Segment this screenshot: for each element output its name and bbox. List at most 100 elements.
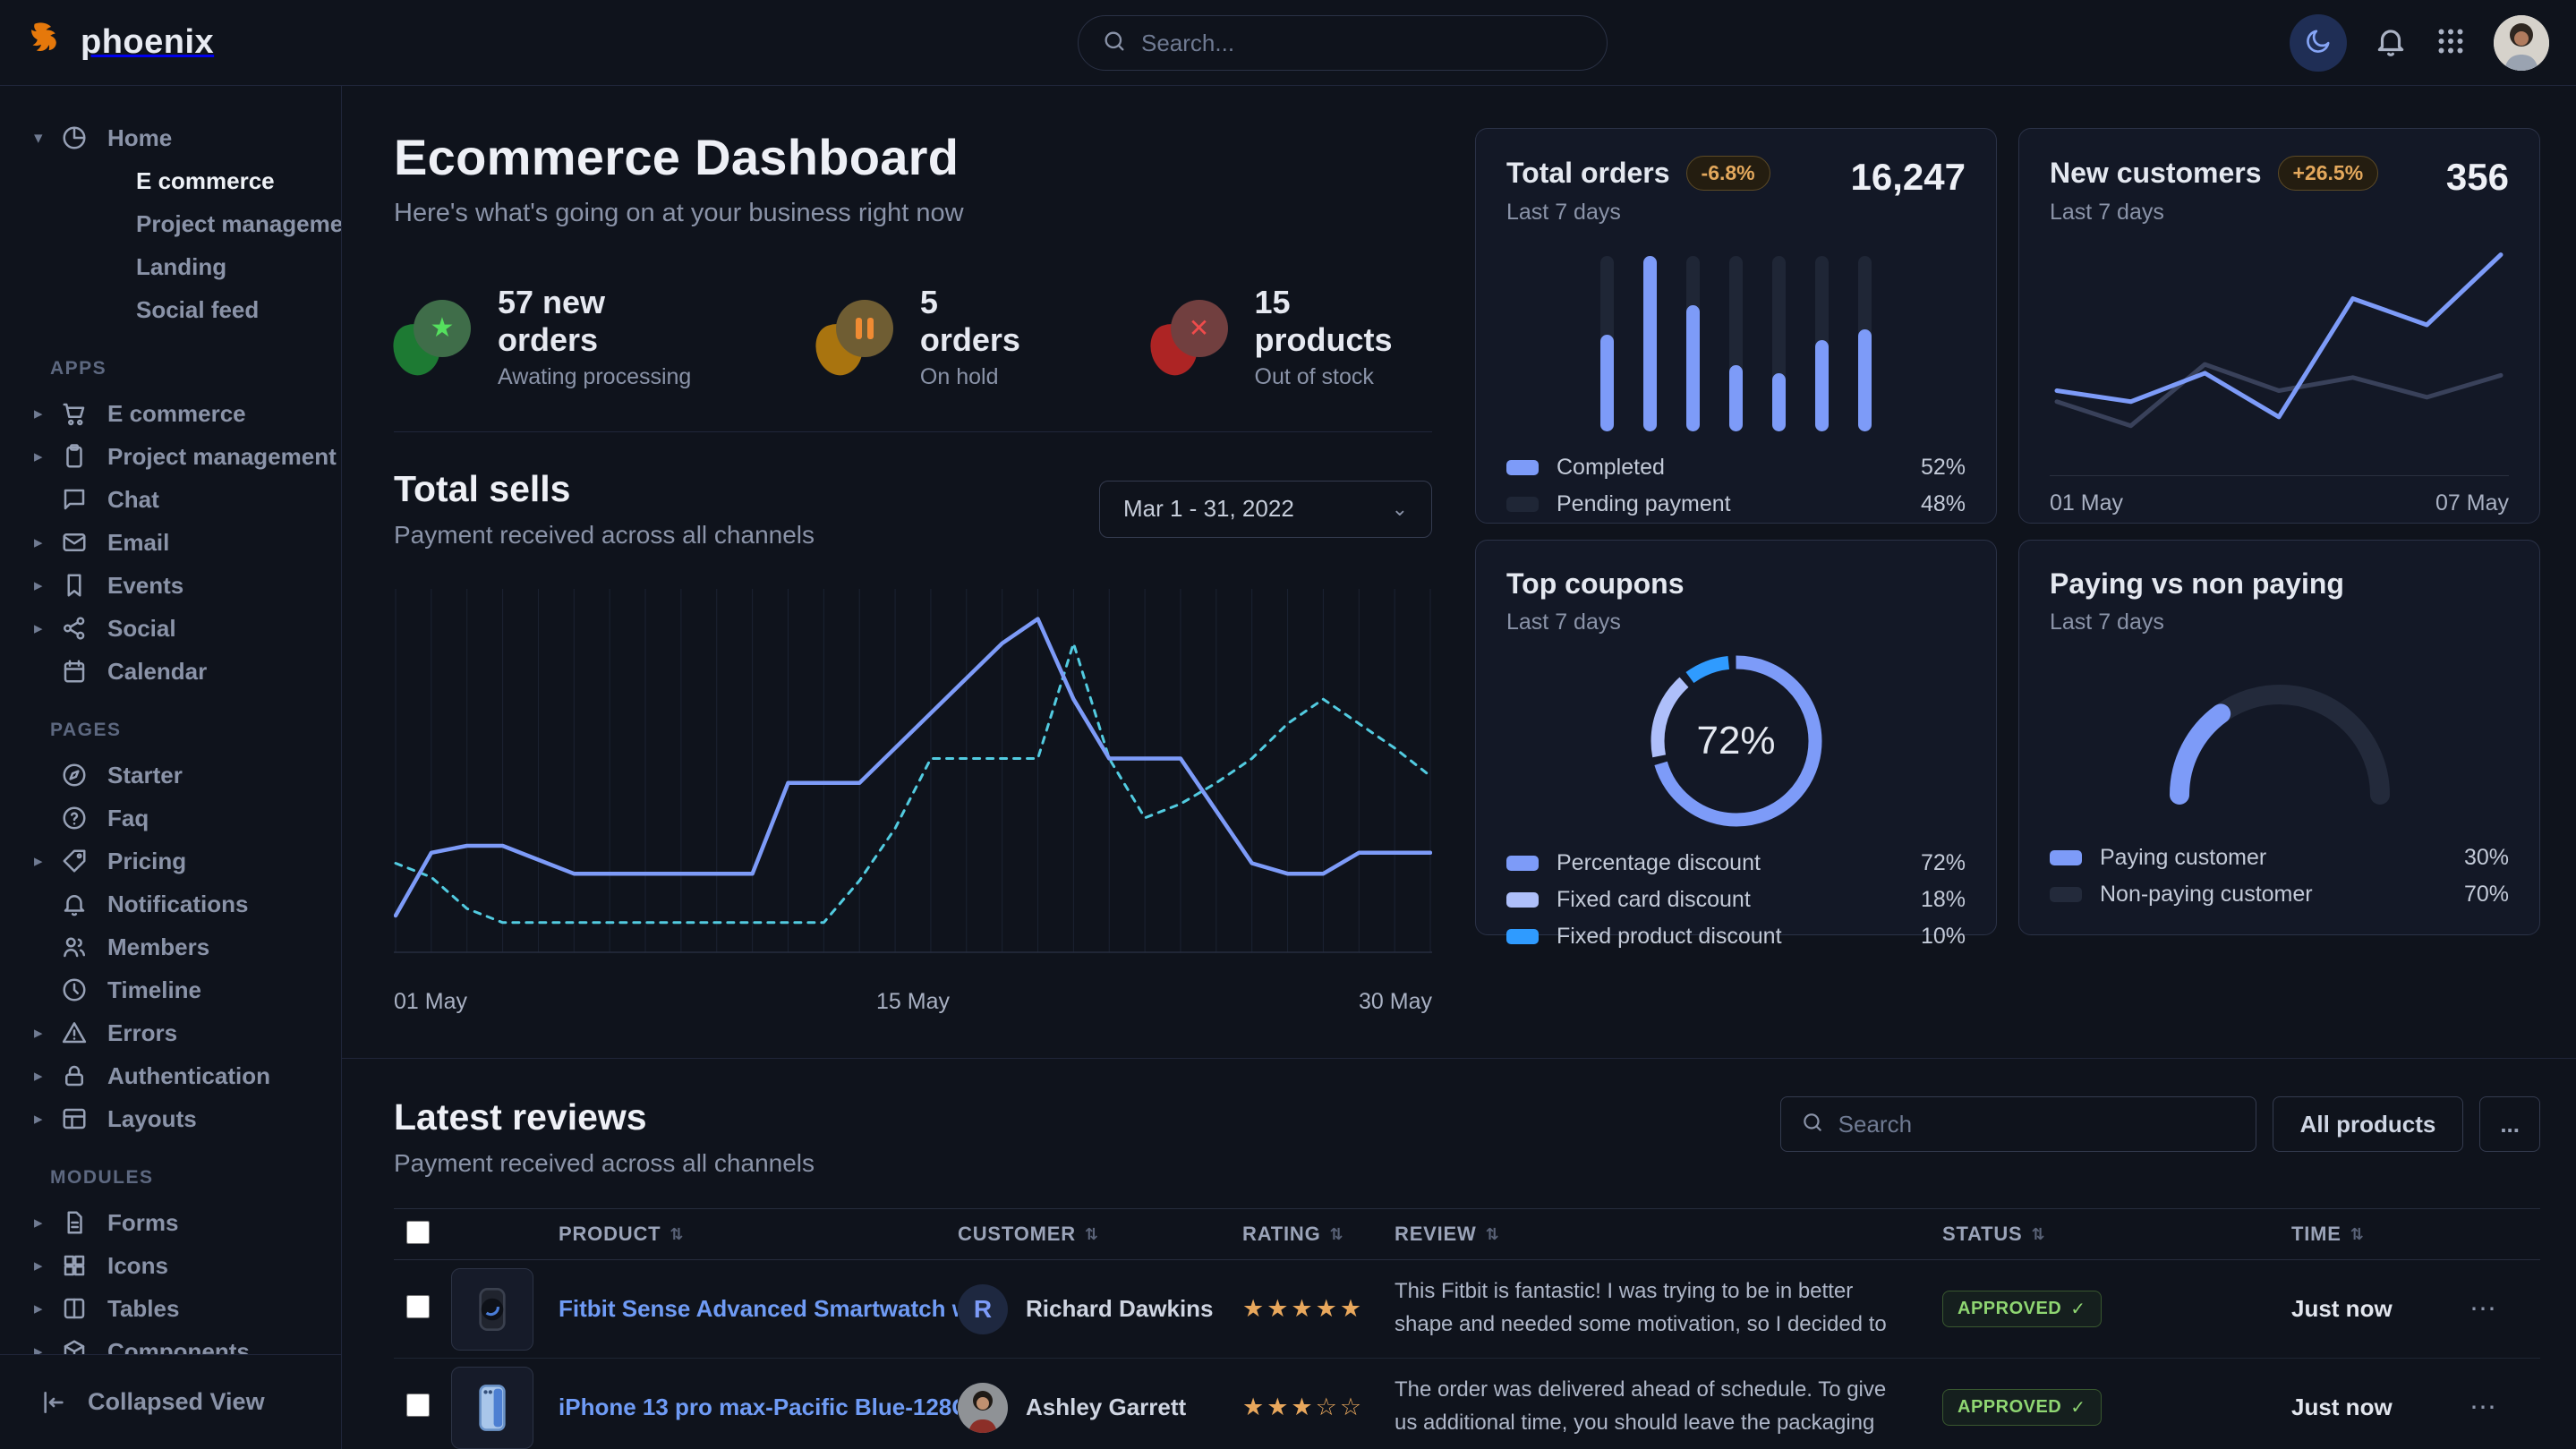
brand-logo[interactable]: phoenix	[27, 20, 214, 65]
collapse-icon	[39, 1388, 68, 1417]
sidebar-item-faq[interactable]: Faq	[0, 797, 341, 840]
user-avatar[interactable]	[2494, 15, 2549, 71]
caret-right-icon: ▸	[34, 404, 61, 424]
caret-right-icon: ▸	[34, 851, 61, 872]
collapse-view-button[interactable]: Collapsed View	[39, 1388, 265, 1417]
sidebar-item-authentication[interactable]: ▸ Authentication	[0, 1054, 341, 1097]
sidebar-item-components[interactable]: ▸ Components	[0, 1330, 341, 1354]
paying-legend: Paying customer30% Non-paying customer70…	[2050, 845, 2509, 908]
sidebar-item-notifications[interactable]: Notifications	[0, 882, 341, 925]
sidebar-item-home[interactable]: ▾ Home	[0, 116, 341, 159]
envelope-icon	[61, 529, 88, 556]
sidebar-item-landing[interactable]: Landing	[0, 245, 341, 288]
quick-stats: ★ 57 new orders Awating processing	[394, 284, 1432, 390]
new-customers-card: New customers +26.5% Last 7 days 356 01 …	[2018, 128, 2540, 524]
users-icon	[61, 933, 88, 960]
sidebar-item-chat[interactable]: Chat	[0, 478, 341, 521]
caret-right-icon: ▸	[34, 533, 61, 553]
total-orders-value: 16,247	[1851, 156, 1966, 199]
sidebar-section-modules: MODULES	[0, 1140, 341, 1201]
column-product[interactable]: PRODUCT⇅	[559, 1223, 958, 1246]
new-orders-icon: ★	[394, 300, 473, 375]
total-sells-x-axis: 01 May 15 May 30 May	[394, 989, 1432, 1015]
notifications-button[interactable]	[2374, 24, 2408, 61]
bell-icon	[2374, 24, 2408, 61]
caret-right-icon: ▸	[34, 1213, 61, 1233]
row-checkbox[interactable]	[406, 1295, 430, 1318]
reviews-controls: All products ...	[1780, 1096, 2540, 1152]
table-icon	[61, 1295, 88, 1322]
check-icon: ✓	[2070, 1396, 2086, 1419]
product-thumbnail-iphone[interactable]	[451, 1367, 533, 1449]
sidebar-item-icons[interactable]: ▸ Icons	[0, 1244, 341, 1287]
sidebar-item-ecommerce-app[interactable]: ▸ E commerce	[0, 392, 341, 435]
sidebar-item-tables[interactable]: ▸ Tables	[0, 1287, 341, 1330]
apps-menu-button[interactable]	[2435, 25, 2467, 60]
grid-icon	[61, 1252, 88, 1279]
sidebar-item-email[interactable]: ▸ Email	[0, 521, 341, 564]
status-badge: APPROVED✓	[1942, 1291, 2102, 1327]
caret-down-icon: ▾	[34, 128, 61, 149]
total-sells-chart-svg	[394, 584, 1432, 970]
product-link[interactable]: Fitbit Sense Advanced Smartwatch with To…	[559, 1295, 958, 1323]
page-title: Ecommerce Dashboard	[394, 128, 1432, 186]
global-search[interactable]	[1078, 15, 1608, 71]
product-link[interactable]: iPhone 13 pro max-Pacific Blue-128GB sto…	[559, 1394, 958, 1421]
sidebar-section-pages: PAGES	[0, 693, 341, 754]
product-thumbnail-smartwatch[interactable]	[451, 1268, 533, 1351]
caret-right-icon: ▸	[34, 1342, 61, 1355]
star-icon: ★	[431, 315, 455, 342]
sidebar-item-ecommerce-home[interactable]: E commerce	[0, 159, 341, 202]
date-range-select[interactable]: Mar 1 - 31, 2022 ⌄	[1099, 481, 1432, 538]
kpi-cards: Total orders -6.8% Last 7 days 16,247 Co…	[1475, 128, 2540, 1015]
sidebar-item-social[interactable]: ▸ Social	[0, 607, 341, 650]
sidebar-item-forms[interactable]: ▸ Forms	[0, 1201, 341, 1244]
reviews-more-button[interactable]: ...	[2479, 1096, 2540, 1152]
column-review[interactable]: REVIEW⇅	[1395, 1223, 1942, 1246]
search-icon	[1102, 29, 1127, 58]
sidebar-item-errors[interactable]: ▸ Errors	[0, 1011, 341, 1054]
reviews-table-header: PRODUCT⇅ CUSTOMER⇅ RATING⇅ REVIEW⇅ STATU…	[394, 1208, 2540, 1260]
sidebar-item-timeline[interactable]: Timeline	[0, 968, 341, 1011]
paying-vs-non-paying-card: Paying vs non paying Last 7 days Paying …	[2018, 540, 2540, 935]
select-all-checkbox[interactable]	[406, 1221, 430, 1244]
customer-cell: Ashley Garrett	[958, 1383, 1242, 1433]
sidebar-item-pricing[interactable]: ▸ Pricing	[0, 840, 341, 882]
sidebar-item-calendar[interactable]: Calendar	[0, 650, 341, 693]
global-search-input[interactable]	[1141, 30, 1583, 57]
row-actions-button[interactable]: ⋯	[2426, 1293, 2540, 1325]
sidebar-item-members[interactable]: Members	[0, 925, 341, 968]
sidebar-item-project-management-home[interactable]: Project management	[0, 202, 341, 245]
column-status[interactable]: STATUS⇅	[1942, 1223, 2291, 1246]
top-navbar: phoenix	[0, 0, 2576, 86]
row-checkbox[interactable]	[406, 1394, 430, 1417]
help-circle-icon	[61, 805, 88, 831]
column-time[interactable]: TIME⇅	[2291, 1223, 2426, 1246]
latest-reviews-section: Latest reviews Payment received across a…	[394, 1059, 2540, 1449]
calendar-icon	[61, 658, 88, 685]
sidebar-item-layouts[interactable]: ▸ Layouts	[0, 1097, 341, 1140]
total-orders-badge: -6.8%	[1686, 156, 1770, 191]
layout-icon	[61, 1105, 88, 1132]
reviews-search-input[interactable]	[1838, 1111, 2236, 1138]
sidebar-item-social-feed[interactable]: Social feed	[0, 288, 341, 331]
column-rating[interactable]: RATING⇅	[1242, 1223, 1395, 1246]
theme-toggle-button[interactable]	[2290, 14, 2347, 72]
all-products-filter-button[interactable]: All products	[2273, 1096, 2464, 1152]
caret-right-icon: ▸	[34, 618, 61, 639]
column-customer[interactable]: CUSTOMER⇅	[958, 1223, 1242, 1246]
sidebar-item-starter[interactable]: Starter	[0, 754, 341, 797]
paying-gauge-svg	[2154, 662, 2405, 813]
review-row: iPhone 13 pro max-Pacific Blue-128GB sto…	[394, 1359, 2540, 1449]
sidebar-item-events[interactable]: ▸ Events	[0, 564, 341, 607]
sidebar-item-project-management-app[interactable]: ▸ Project management	[0, 435, 341, 478]
row-actions-button[interactable]: ⋯	[2426, 1392, 2540, 1423]
reviews-title: Latest reviews	[394, 1096, 815, 1138]
customer-avatar-initial: R	[958, 1284, 1008, 1334]
stat-new-orders: ★ 57 new orders Awating processing	[394, 284, 709, 390]
top-coupons-legend: Percentage discount72% Fixed card discou…	[1506, 850, 1966, 950]
sort-icon: ⇅	[1330, 1225, 1344, 1244]
total-sells-title: Total sells	[394, 468, 815, 510]
reviews-search[interactable]	[1780, 1096, 2256, 1152]
message-icon	[61, 486, 88, 513]
